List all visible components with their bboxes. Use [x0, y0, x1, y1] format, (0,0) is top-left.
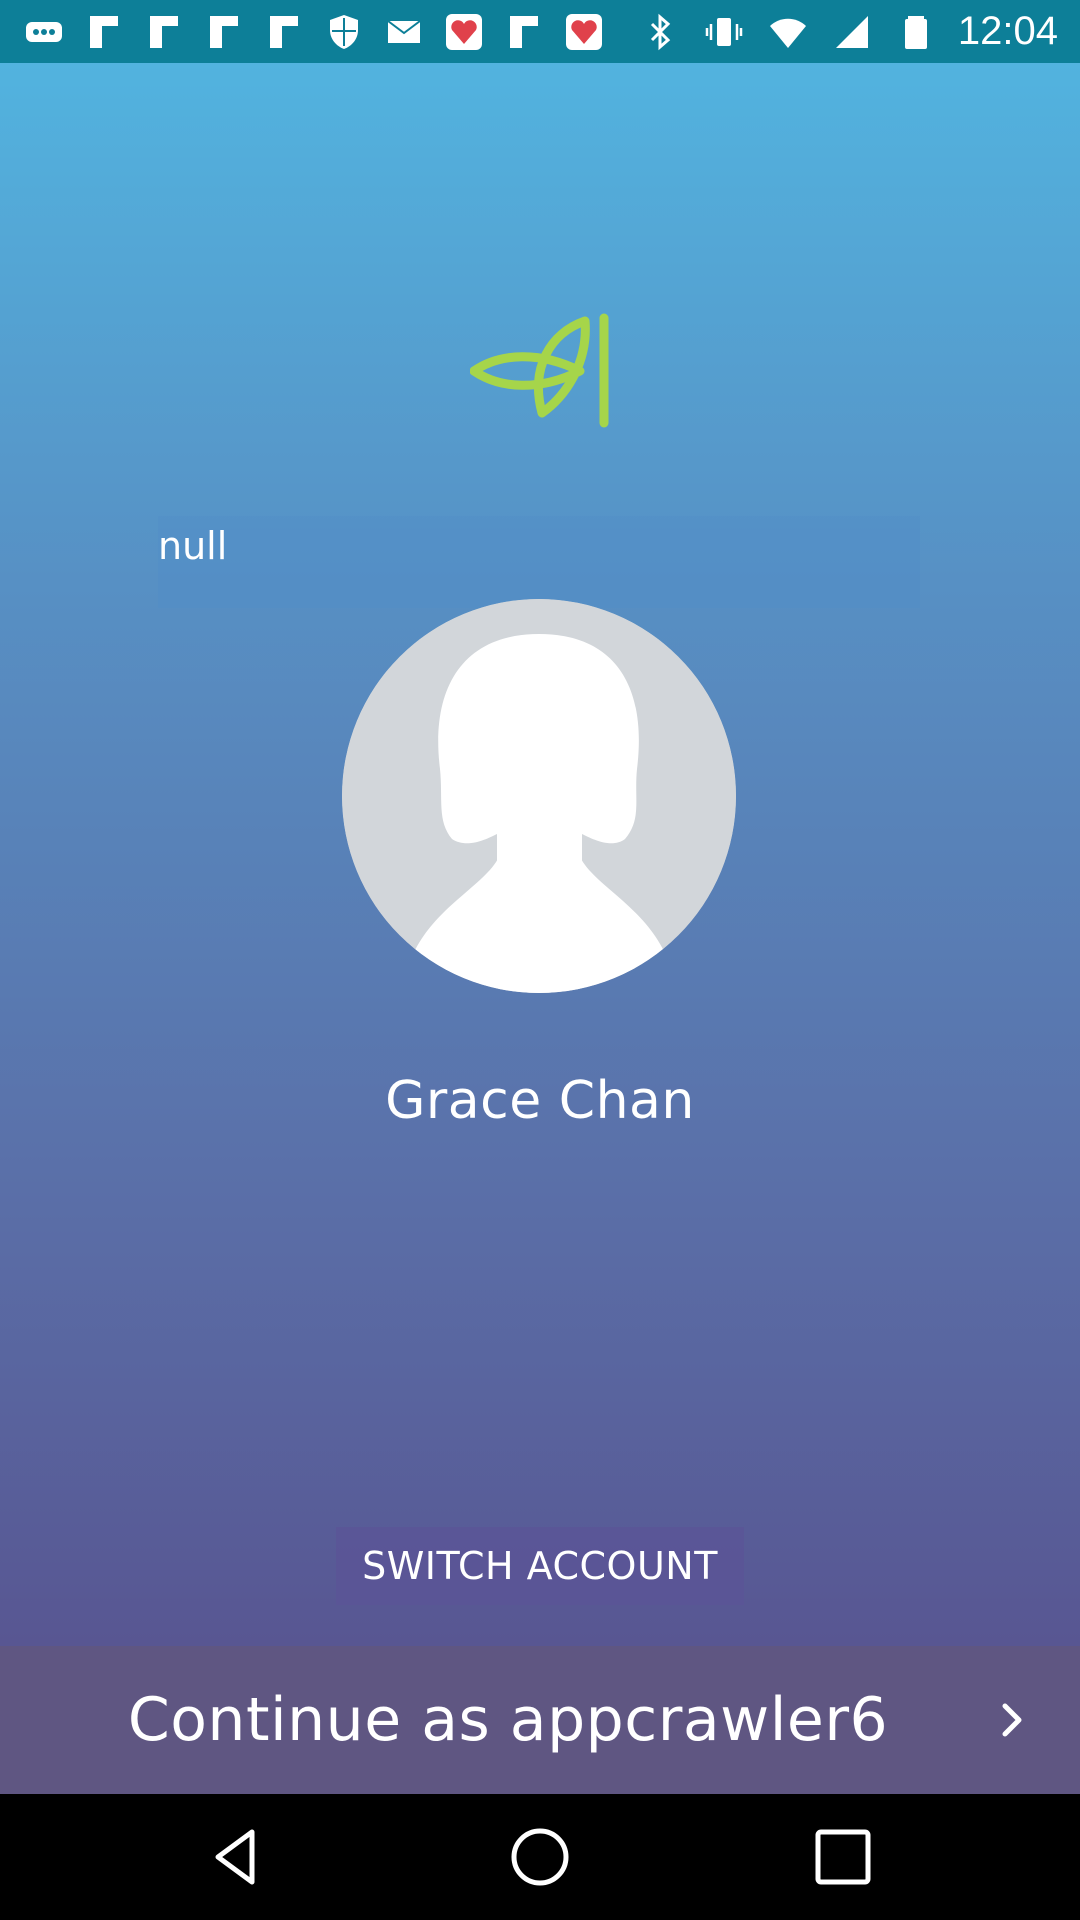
- fastmeet-icon: [562, 10, 606, 54]
- name-input-value: null: [158, 524, 228, 568]
- navigation-bar: [0, 1794, 1080, 1920]
- avatar: [342, 599, 736, 993]
- shield-icon: [322, 10, 366, 54]
- more-dots-icon: [22, 10, 66, 54]
- female-avatar-icon: [342, 599, 736, 993]
- name-input[interactable]: null: [158, 516, 920, 608]
- continue-as-label: Continue as appcrawler6: [127, 1685, 889, 1755]
- flipboard-icon: [82, 10, 126, 54]
- continue-as-button[interactable]: Continue as appcrawler6: [0, 1646, 1080, 1794]
- system-icons: 12:04: [638, 0, 1058, 63]
- flipboard-icon: [262, 10, 306, 54]
- recent-apps-icon[interactable]: [810, 1824, 876, 1890]
- home-icon[interactable]: [507, 1824, 573, 1890]
- back-icon[interactable]: [204, 1824, 270, 1890]
- battery-icon: [894, 10, 938, 54]
- flipboard-icon: [202, 10, 246, 54]
- mail-icon: [382, 10, 426, 54]
- fastmeet-icon: [442, 10, 486, 54]
- flipboard-icon: [502, 10, 546, 54]
- chevron-right-icon: [1002, 1703, 1022, 1737]
- flipboard-icon: [142, 10, 186, 54]
- signal-icon: [830, 10, 874, 54]
- vibrate-icon: [702, 10, 746, 54]
- status-bar: 12:04: [0, 0, 1080, 63]
- user-display-name: Grace Chan: [385, 1071, 695, 1131]
- ancestry-leaf-logo-icon: [470, 313, 609, 428]
- switch-account-button[interactable]: SWITCH ACCOUNT: [336, 1527, 744, 1605]
- login-screen: null Grace Chan SWITCH ACCOUNT: [0, 63, 1080, 1794]
- status-time: 12:04: [957, 9, 1058, 53]
- wifi-icon: [766, 10, 810, 54]
- bluetooth-icon: [638, 10, 682, 54]
- notification-icons: [0, 10, 606, 54]
